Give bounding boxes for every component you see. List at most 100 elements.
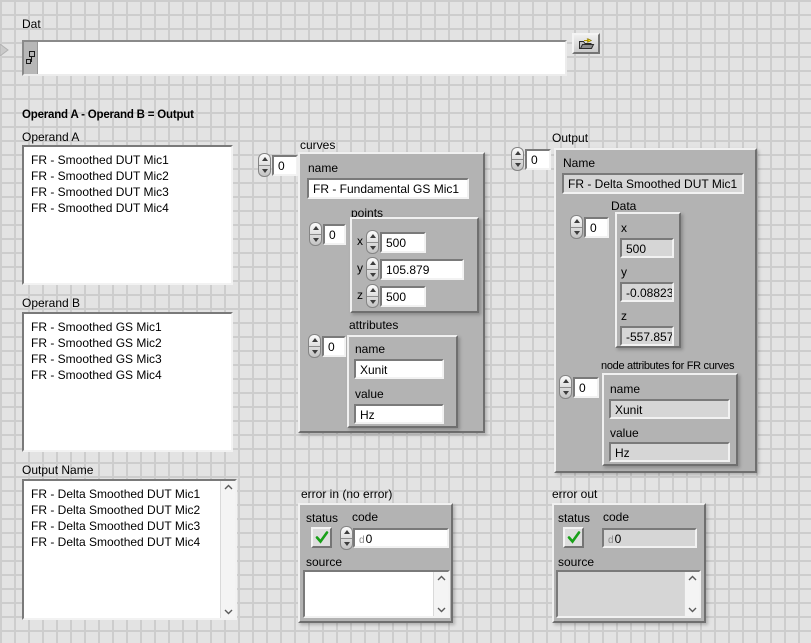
operand-b-listbox[interactable]: FR - Smoothed GS Mic1 FR - Smoothed GS M… [22,312,233,452]
spinner-up-icon[interactable] [310,223,321,235]
list-item[interactable]: FR - Delta Smoothed DUT Mic2 [31,502,233,518]
output-index-spinner[interactable] [511,147,524,171]
point-x-label: x [357,234,363,248]
list-item[interactable]: FR - Delta Smoothed DUT Mic4 [31,534,233,550]
list-item[interactable]: FR - Delta Smoothed DUT Mic3 [31,518,233,534]
list-item[interactable]: FR - Smoothed GS Mic1 [31,319,229,335]
error-out-source-label: source [558,555,594,569]
curve-name-field[interactable]: FR - Fundamental GS Mic1 [307,178,469,199]
browse-folder-icon [578,38,595,50]
spinner-up-icon[interactable] [367,285,378,297]
data-z-label: z [621,309,627,323]
data-z-indicator: -557.857 [620,326,674,346]
curves-index-spinner[interactable] [258,153,271,177]
path-input[interactable] [40,42,565,74]
section-heading: Operand A - Operand B = Output [22,108,194,122]
data-x-label: x [621,221,627,235]
points-index-field[interactable]: 0 [323,224,346,245]
list-item[interactable]: FR - Delta Smoothed DUT Mic1 [31,486,233,502]
list-item[interactable]: FR - Smoothed GS Mic2 [31,335,229,351]
point-y-label: y [357,261,363,275]
point-x-field[interactable]: 500 [380,232,426,253]
point-z-field[interactable]: 500 [380,286,426,307]
output-name-indicator: FR - Delta Smoothed DUT Mic1 [562,173,744,194]
list-item[interactable]: FR - Smoothed GS Mic4 [31,367,229,383]
error-in-status-label: status [306,511,338,525]
data-y-indicator: -0.08823 [620,282,674,302]
error-in-source-field[interactable] [303,570,450,618]
output-name-label: Output Name [22,463,93,477]
code-value: 0 [615,532,622,546]
vertical-scrollbar[interactable] [220,481,235,618]
point-y-spinner[interactable] [366,257,379,281]
error-in-code-field[interactable]: d0 [353,528,449,548]
radix-indicator: d [359,535,365,546]
dat-path-control[interactable] [22,40,567,76]
attribute-value-field[interactable]: Hz [354,404,444,424]
list-item[interactable]: FR - Smoothed DUT Mic2 [31,168,229,184]
error-out-status-label: status [558,511,590,525]
list-item[interactable]: FR - Smoothed DUT Mic3 [31,184,229,200]
spinner-up-icon[interactable] [560,376,571,388]
spinner-down-icon[interactable] [259,166,270,177]
scroll-down-icon [688,607,697,613]
attributes-index-spinner[interactable] [308,334,321,358]
list-item[interactable]: FR - Smoothed DUT Mic4 [31,200,229,216]
path-type-icon [24,42,38,74]
node-attribute-value-label: value [610,426,639,440]
error-in-status-checkbox[interactable] [311,527,332,548]
browse-button[interactable] [572,33,600,54]
spinner-up-icon[interactable] [512,148,523,160]
point-y-field[interactable]: 105.879 [380,259,464,280]
attributes-index-field[interactable]: 0 [322,336,346,357]
spinner-down-icon[interactable] [309,347,320,358]
operand-a-listbox[interactable]: FR - Smoothed DUT Mic1 FR - Smoothed DUT… [22,145,233,285]
code-value: 0 [366,532,373,546]
spinner-up-icon[interactable] [571,216,582,228]
error-in-code-spinner[interactable] [340,526,353,550]
spinner-down-icon[interactable] [310,235,321,246]
spinner-up-icon[interactable] [367,231,378,243]
list-item[interactable]: FR - Smoothed GS Mic3 [31,351,229,367]
scroll-up-icon [437,575,446,581]
spinner-up-icon[interactable] [367,258,378,270]
spinner-down-icon[interactable] [367,243,378,254]
list-item[interactable]: FR - Smoothed DUT Mic1 [31,152,229,168]
output-name-listbox[interactable]: FR - Delta Smoothed DUT Mic1 FR - Delta … [22,479,237,620]
panel-edge-arrow-icon [0,44,9,56]
point-x-spinner[interactable] [366,230,379,254]
vertical-scrollbar[interactable] [433,572,448,616]
spinner-down-icon[interactable] [560,388,571,399]
error-in-source-label: source [306,555,342,569]
node-attribute-name-label: name [610,382,640,396]
point-z-spinner[interactable] [366,284,379,308]
points-index-spinner[interactable] [309,222,322,246]
attribute-name-field[interactable]: Xunit [354,359,444,379]
node-attributes-index-field[interactable]: 0 [573,377,599,398]
scroll-up-icon [688,575,697,581]
node-attributes-index-spinner[interactable] [559,375,572,399]
curves-index-field[interactable]: 0 [272,155,298,176]
check-icon [567,531,581,544]
spinner-down-icon[interactable] [512,160,523,171]
spinner-up-icon[interactable] [341,527,352,539]
spinner-down-icon[interactable] [341,539,352,550]
scroll-down-icon [437,607,446,613]
spinner-up-icon[interactable] [309,335,320,347]
spinner-down-icon[interactable] [367,270,378,281]
attribute-name-label: name [355,342,385,356]
data-index-spinner[interactable] [570,215,583,239]
error-out-status-indicator [563,527,584,548]
attributes-label: attributes [349,318,398,332]
data-index-field[interactable]: 0 [584,217,609,238]
labview-front-panel: Dat Operand A - Operand B = Output Opera… [0,0,811,643]
spinner-down-icon[interactable] [571,228,582,239]
vertical-scrollbar[interactable] [684,572,699,616]
node-attributes-label: node attributes for FR curves [601,359,734,373]
error-in-label: error in (no error) [301,487,392,501]
data-x-indicator: 500 [620,238,674,258]
spinner-down-icon[interactable] [367,297,378,308]
output-index-field[interactable]: 0 [525,149,551,170]
error-out-code-indicator: d0 [602,528,697,548]
spinner-up-icon[interactable] [259,154,270,166]
